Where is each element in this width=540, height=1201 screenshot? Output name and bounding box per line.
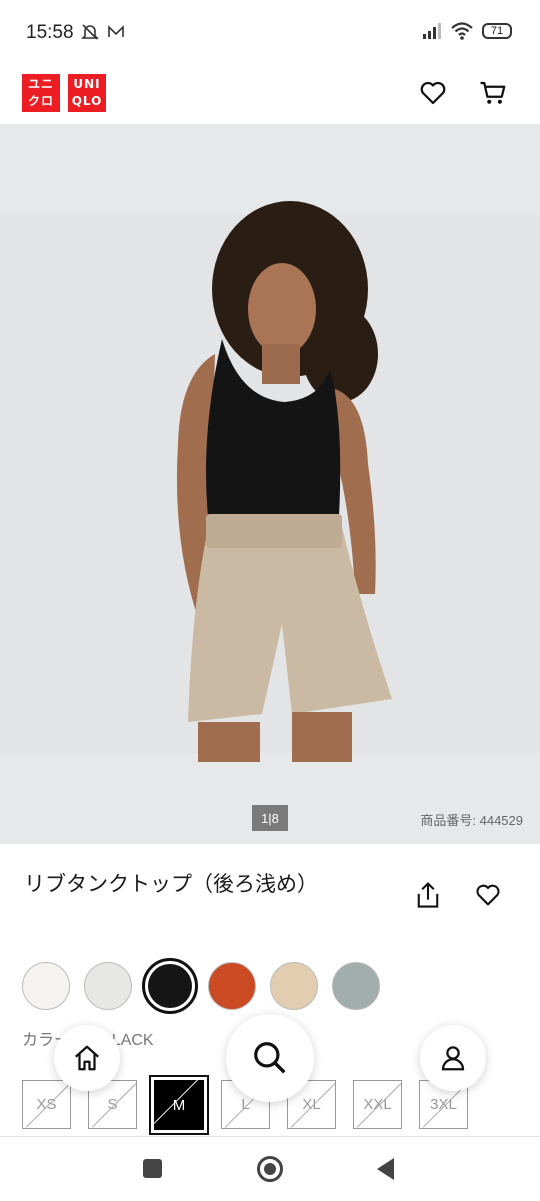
color-swatch-white[interactable] bbox=[22, 962, 70, 1010]
color-swatch-sage[interactable] bbox=[332, 962, 380, 1010]
product-image[interactable] bbox=[0, 124, 540, 844]
logo-katakana: ユニ クロ bbox=[22, 74, 60, 112]
recents-button[interactable] bbox=[143, 1159, 162, 1178]
share-icon[interactable] bbox=[414, 880, 442, 910]
logo-latin: UNI QLO bbox=[68, 74, 106, 112]
color-swatch-black[interactable] bbox=[142, 958, 198, 1014]
status-icons-left bbox=[80, 22, 126, 47]
bell-off-icon bbox=[81, 24, 99, 40]
account-button[interactable] bbox=[420, 1025, 486, 1091]
system-nav-bar bbox=[0, 1136, 540, 1201]
favorite-heart-icon[interactable] bbox=[418, 78, 448, 108]
model-illustration bbox=[176, 201, 392, 762]
battery-indicator: 71 bbox=[482, 23, 512, 39]
signal-icon bbox=[423, 23, 441, 39]
app-header: ユニ クロ UNI QLO bbox=[0, 64, 540, 124]
uniqlo-logo[interactable]: ユニ クロ UNI QLO bbox=[22, 74, 106, 112]
wifi-icon bbox=[451, 22, 473, 40]
product-code: 商品番号: 444529 bbox=[420, 813, 523, 828]
size-label: S bbox=[107, 1096, 118, 1113]
product-title: リブタンクトップ（後ろ浅め） bbox=[24, 872, 318, 896]
user-icon bbox=[441, 1046, 465, 1071]
home-circle-icon[interactable] bbox=[255, 1154, 285, 1184]
color-swatch-light-gray[interactable] bbox=[84, 962, 132, 1010]
size-option-xs[interactable]: XS bbox=[22, 1080, 71, 1129]
status-time: 15:58 bbox=[26, 22, 74, 43]
color-swatches bbox=[22, 958, 380, 1014]
size-label: XXL bbox=[363, 1096, 392, 1113]
cart-icon[interactable] bbox=[478, 78, 508, 108]
image-counter: 1|8 bbox=[252, 805, 288, 831]
size-label: M bbox=[154, 1080, 204, 1130]
size-label: 3XL bbox=[430, 1096, 457, 1113]
size-label: L bbox=[241, 1096, 250, 1113]
size-option-m[interactable]: M bbox=[149, 1075, 209, 1135]
color-swatch-beige[interactable] bbox=[270, 962, 318, 1010]
search-button[interactable] bbox=[226, 1014, 314, 1102]
home-button[interactable] bbox=[54, 1025, 120, 1091]
status-bar: 15:58 71 bbox=[0, 0, 540, 64]
search-icon bbox=[254, 1042, 286, 1074]
size-option-xxl[interactable]: XXL bbox=[353, 1080, 402, 1129]
back-icon[interactable] bbox=[374, 1156, 398, 1182]
color-swatch-orange[interactable] bbox=[208, 962, 256, 1010]
wishlist-heart-icon[interactable] bbox=[474, 880, 502, 910]
size-label: XL bbox=[302, 1096, 321, 1113]
mail-icon bbox=[108, 25, 125, 37]
home-icon bbox=[75, 1045, 99, 1071]
size-label: XS bbox=[36, 1096, 57, 1113]
status-icons-right: 71 bbox=[422, 22, 512, 40]
